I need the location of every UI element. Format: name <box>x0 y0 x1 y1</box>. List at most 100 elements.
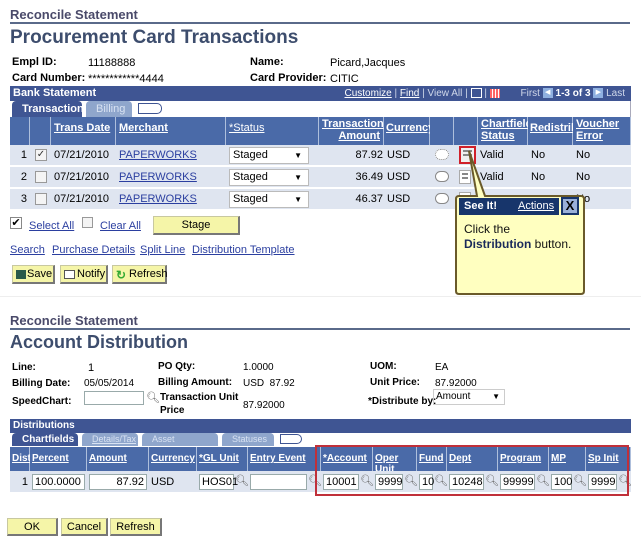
entry-event-input[interactable] <box>250 474 307 490</box>
tooltip-text-line2: button. <box>531 237 572 251</box>
first-link[interactable]: First <box>521 88 540 99</box>
refresh-icon: ↻ <box>116 268 127 282</box>
zoom-grid-icon[interactable] <box>470 88 482 99</box>
notify-label: Notify <box>77 268 106 280</box>
col-entry-event[interactable]: Entry Event <box>248 447 321 471</box>
purchase-details-link[interactable]: Purchase Details <box>52 244 135 256</box>
next-icon[interactable]: ▶ <box>593 88 604 99</box>
separator: | <box>422 88 425 99</box>
card-number-label: Card Number: <box>12 72 86 84</box>
last-link[interactable]: Last <box>606 88 625 99</box>
prev-icon[interactable]: ◀ <box>542 88 553 99</box>
col-trans-date[interactable]: Trans Date <box>51 117 116 145</box>
download-grid-icon[interactable] <box>489 88 500 98</box>
col-dist[interactable]: Dist <box>10 447 31 471</box>
col-merchant[interactable]: Merchant <box>116 117 226 145</box>
separator: | <box>484 88 487 99</box>
ok-button[interactable]: OK <box>7 518 58 536</box>
amount-input[interactable]: 87.92 <box>89 474 147 490</box>
col-amount[interactable]: Transaction Amount <box>319 117 384 145</box>
row-checkbox[interactable]: ✓ <box>35 149 47 161</box>
bank-statement-header: Bank Statement Customize | Find | View A… <box>10 86 631 101</box>
col-chartfield-status[interactable]: Chartfield Status <box>478 117 532 145</box>
col-amount[interactable]: Amount <box>87 447 149 471</box>
refresh-button-2[interactable]: Refresh <box>110 518 162 536</box>
tab-chartfields[interactable]: Chartfields <box>12 433 78 446</box>
col-percent[interactable]: Percent <box>30 447 87 471</box>
trans-date: 07/21/2010 <box>54 193 110 205</box>
col-currency[interactable]: Currency <box>384 117 434 145</box>
separator: | <box>394 88 398 99</box>
tab-transaction[interactable]: Transaction <box>12 101 84 117</box>
speedchart-lookup-icon[interactable]: 🔍︎ <box>146 391 160 404</box>
tooltip-header: See It! Actions <box>459 198 559 215</box>
comment-icon[interactable] <box>435 193 449 204</box>
billing-amount-value: USD 87.92 <box>243 378 295 389</box>
search-link[interactable]: Search <box>10 244 45 256</box>
distribute-by-select[interactable]: Amount ▼ <box>433 389 505 405</box>
merchant-link[interactable]: PAPERWORKS <box>119 189 197 209</box>
billing-date-label: Billing Date: <box>12 378 71 389</box>
distribution-template-link[interactable]: Distribution Template <box>192 244 295 256</box>
transaction-amount: 87.92 <box>355 149 383 161</box>
unit-price-value: 87.92000 <box>435 378 477 389</box>
row-checkbox[interactable] <box>35 171 47 183</box>
tab-statuses[interactable]: Statuses <box>222 433 274 446</box>
col-currency[interactable]: Currency <box>149 447 197 471</box>
refresh-label: Refresh <box>129 268 168 280</box>
trans-date: 07/21/2010 <box>54 149 110 161</box>
clear-all-link[interactable]: Clear All <box>100 220 141 232</box>
see-it-label[interactable]: See It! <box>464 200 497 212</box>
tab-billing[interactable]: Billing <box>86 101 132 117</box>
show-all-columns-icon-2[interactable] <box>280 434 302 444</box>
comment-icon[interactable] <box>435 149 449 160</box>
page-title-2: Account Distribution <box>10 332 188 352</box>
tab-details-tax[interactable]: Details/Tax <box>82 433 138 446</box>
tab-asset-information[interactable]: Asset Information <box>142 433 218 457</box>
select-all-link[interactable]: Select All <box>29 220 74 232</box>
save-button[interactable]: Save <box>12 265 55 284</box>
status-value: Staged <box>233 149 268 161</box>
gl-unit-input[interactable]: HOS01 <box>199 474 238 490</box>
comment-icon[interactable] <box>435 171 449 182</box>
tx-unit-price-value: 87.92000 <box>243 400 285 411</box>
row-checkbox[interactable] <box>35 193 47 205</box>
name-label: Name: <box>250 56 284 68</box>
merchant-link[interactable]: PAPERWORKS <box>119 145 197 165</box>
chartfield-highlight <box>315 445 629 496</box>
transaction-amount: 36.49 <box>355 171 383 183</box>
col-voucher-error[interactable]: Voucher Error <box>573 117 631 145</box>
notify-button[interactable]: Notify <box>60 265 108 284</box>
col-gl-unit[interactable]: *GL Unit <box>197 447 248 471</box>
trans-date: 07/21/2010 <box>54 171 110 183</box>
po-qty-value: 1.0000 <box>243 362 274 373</box>
billing-amount-label: Billing Amount: <box>158 377 233 388</box>
cancel-button[interactable]: Cancel <box>61 518 108 536</box>
currency: USD <box>387 193 411 205</box>
customize-link[interactable]: Customize <box>344 88 391 99</box>
speedchart-input[interactable] <box>84 391 144 405</box>
currency: USD <box>387 171 411 183</box>
actions-link[interactable]: Actions <box>518 200 554 212</box>
status-select[interactable]: Staged ▼ <box>229 191 309 208</box>
select-all-checkbox-icon[interactable]: ✔ <box>10 217 22 229</box>
clear-all-checkbox-icon[interactable] <box>82 217 93 228</box>
view-all-link[interactable]: View All <box>428 88 463 99</box>
stage-button[interactable]: Stage <box>153 216 240 235</box>
status-select[interactable]: Staged ▼ <box>229 147 309 164</box>
split-line-link[interactable]: Split Line <box>140 244 185 256</box>
col-redistrib[interactable]: Redistrib <box>528 117 578 145</box>
col-status[interactable]: *Status <box>226 117 319 145</box>
tooltip-close-button[interactable]: X <box>561 197 579 215</box>
billing-date-value: 05/05/2014 <box>84 378 135 389</box>
distributions-header: Distributions <box>10 419 631 433</box>
page-title: Procurement Card Transactions <box>10 27 299 48</box>
status-select[interactable]: Staged ▼ <box>229 169 309 186</box>
percent-input[interactable]: 100.0000 <box>32 474 85 490</box>
find-link[interactable]: Find <box>400 88 419 99</box>
merchant-link[interactable]: PAPERWORKS <box>119 167 197 187</box>
uom-label: UOM: <box>370 361 397 372</box>
refresh-button[interactable]: ↻ Refresh <box>112 265 168 284</box>
panel-divider <box>0 296 641 297</box>
show-all-columns-icon[interactable] <box>138 103 162 114</box>
